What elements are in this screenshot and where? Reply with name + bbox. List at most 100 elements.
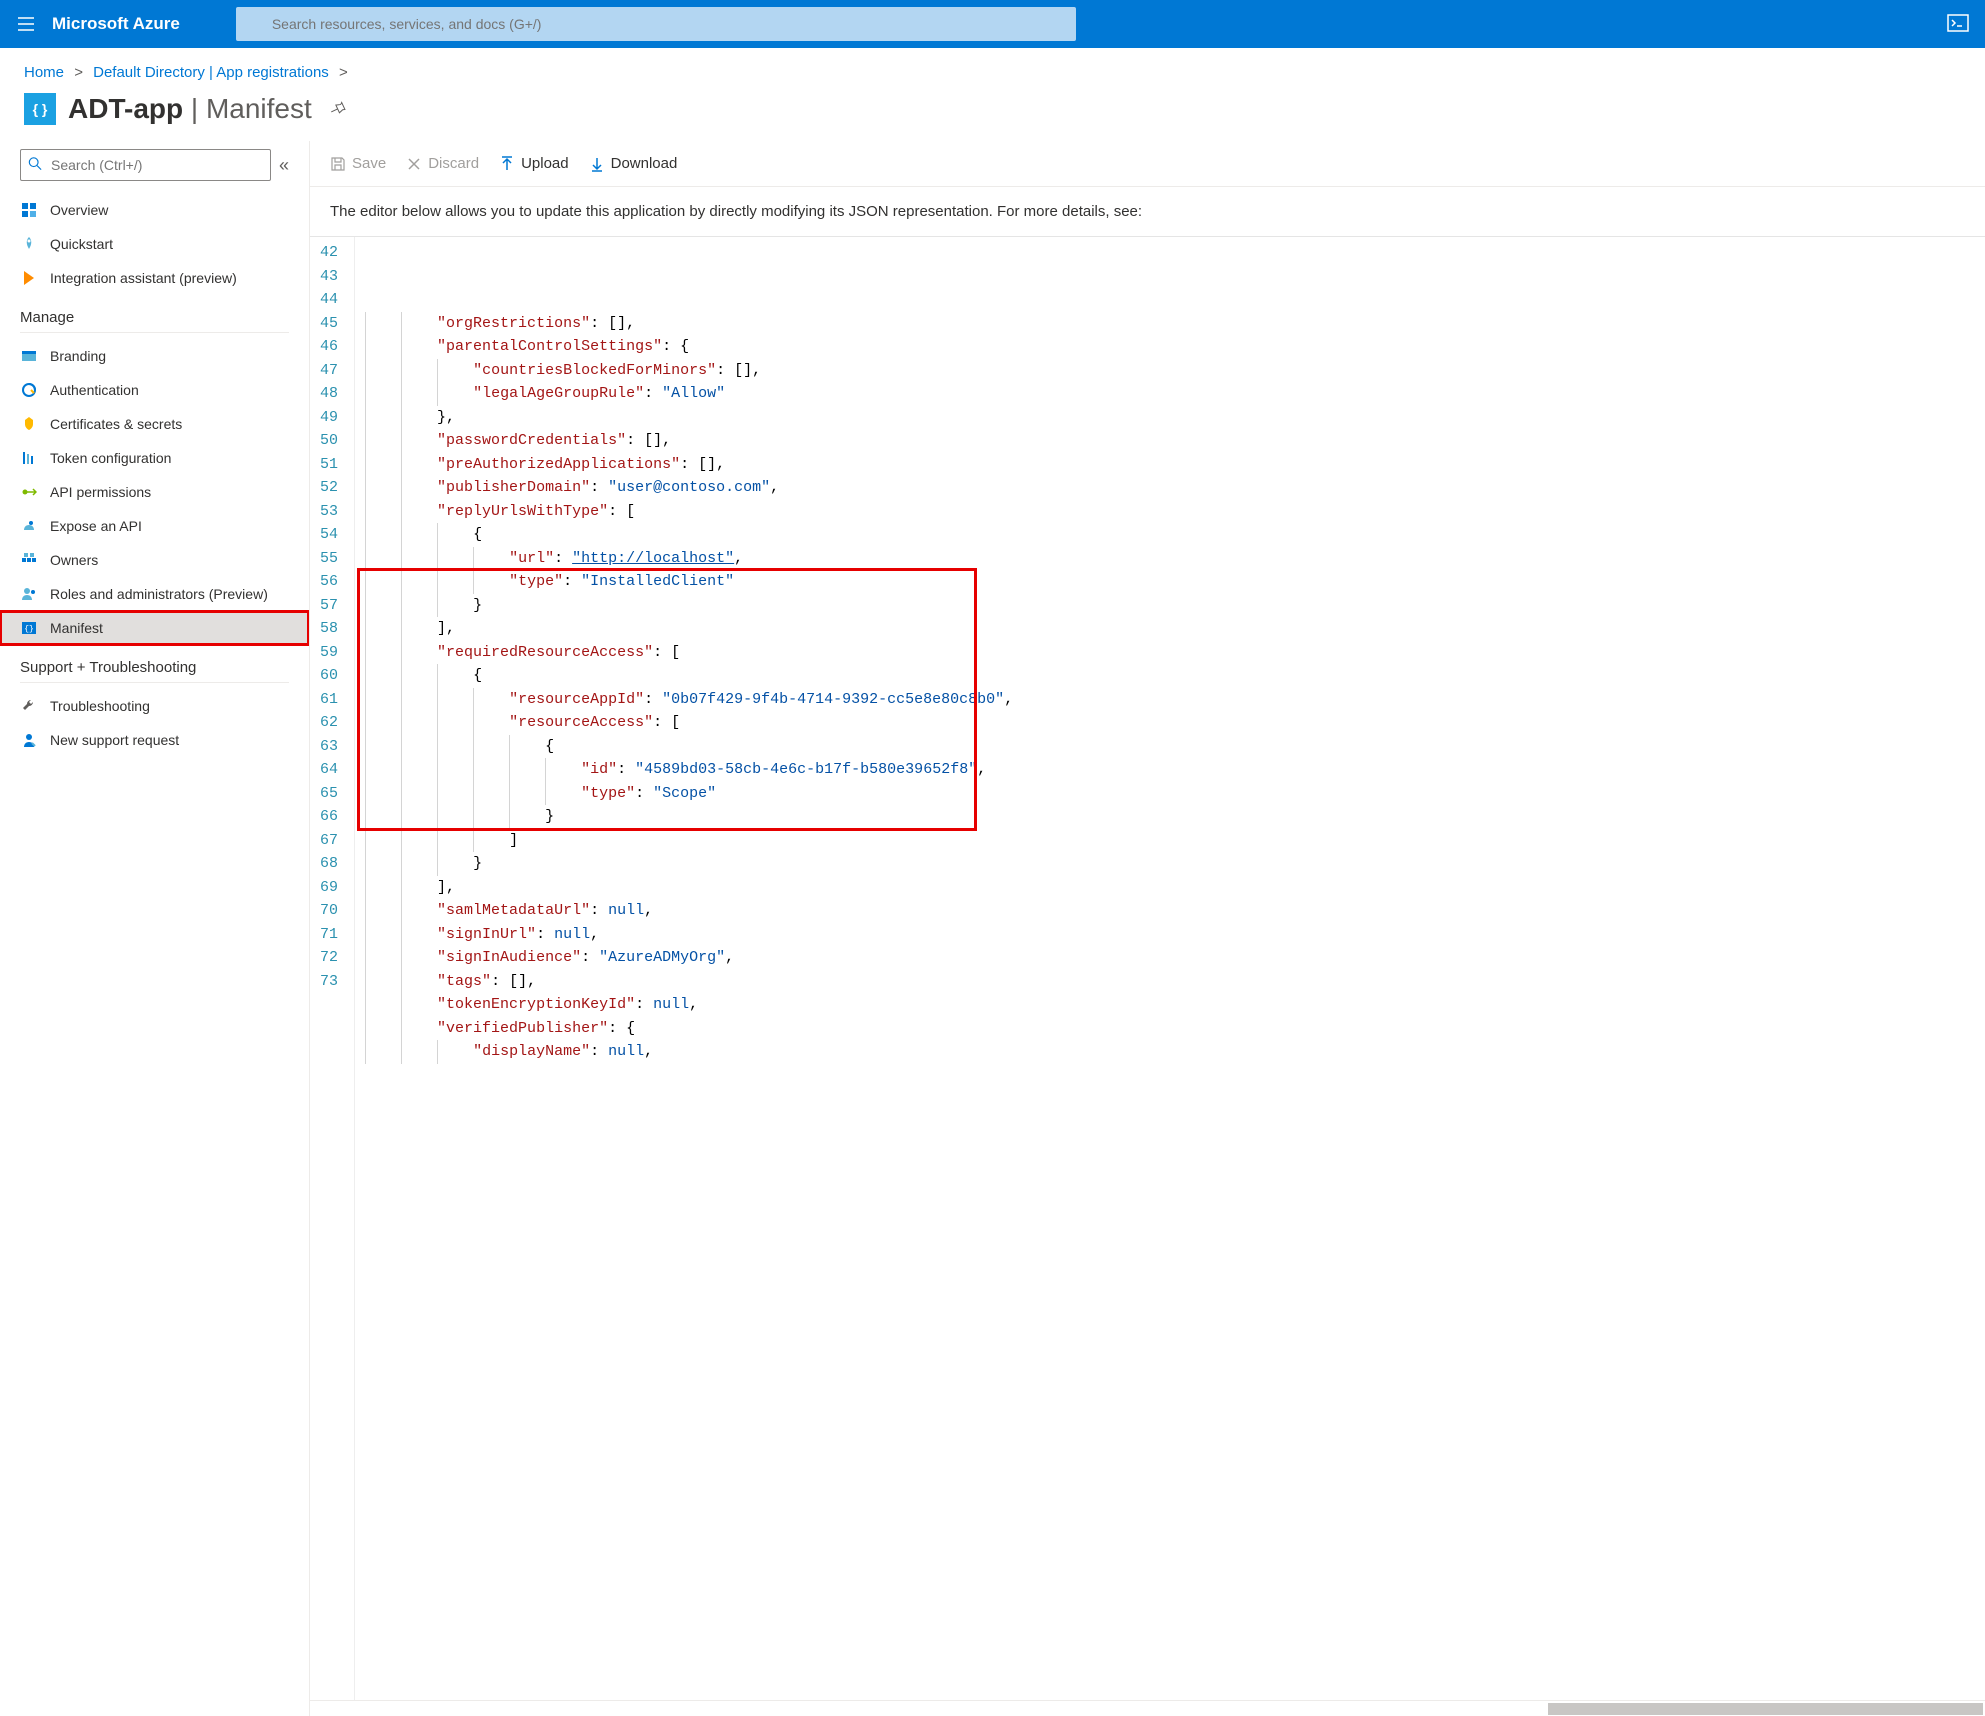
code-editor[interactable]: 4243444546474849505152535455565758596061… [310, 236, 1985, 1700]
sidebar-item-quickstart[interactable]: Quickstart [0, 227, 309, 261]
collapse-sidebar-icon[interactable]: « [279, 155, 289, 176]
roles-icon [20, 585, 38, 603]
brand-label[interactable]: Microsoft Azure [52, 14, 180, 34]
sidebar-item-manifest[interactable]: {} Manifest [0, 611, 309, 645]
sidebar-item-expose-an-api[interactable]: Expose an API [0, 509, 309, 543]
sidebar-item-new-support-request[interactable]: New support request [0, 723, 309, 757]
scrollbar-thumb[interactable] [1548, 1703, 1984, 1715]
code-line[interactable]: "parentalControlSettings": { [365, 335, 1975, 359]
code-line[interactable]: "resourceAccess": [ [365, 711, 1975, 735]
save-button[interactable]: Save [330, 155, 386, 172]
sidebar-section-manage: Manage [20, 295, 289, 333]
pin-icon[interactable] [330, 100, 346, 119]
sidebar-item-label: Branding [50, 348, 106, 364]
code-line[interactable]: "resourceAppId": "0b07f429-9f4b-4714-939… [365, 688, 1975, 712]
code-line[interactable]: } [365, 805, 1975, 829]
sidebar-item-overview[interactable]: Overview [0, 193, 309, 227]
sidebar-item-certificates-secrets[interactable]: Certificates & secrets [0, 407, 309, 441]
sidebar-item-branding[interactable]: Branding [0, 339, 309, 373]
code-line[interactable]: ] [365, 829, 1975, 853]
sidebar-item-label: Integration assistant (preview) [50, 270, 237, 286]
code-line[interactable]: "type": "Scope" [365, 782, 1975, 806]
sidebar-item-label: Manifest [50, 620, 103, 636]
sidebar-item-token-configuration[interactable]: Token configuration [0, 441, 309, 475]
code-line[interactable]: "signInAudience": "AzureADMyOrg", [365, 946, 1975, 970]
sidebar-section-support: Support + Troubleshooting [20, 645, 289, 683]
code-line[interactable]: "replyUrlsWithType": [ [365, 500, 1975, 524]
topbar: Microsoft Azure [0, 0, 1985, 48]
breadcrumb: Home > Default Directory | App registrat… [0, 48, 1985, 89]
code-line[interactable]: }, [365, 406, 1975, 430]
sidebar: « Overview Quickstart Integration assistan… [0, 141, 310, 1716]
cloud-shell-icon[interactable] [1947, 14, 1969, 35]
horizontal-scrollbar[interactable] [310, 1700, 1985, 1716]
discard-button[interactable]: Discard [406, 155, 479, 172]
sidebar-item-label: Quickstart [50, 236, 113, 252]
sidebar-item-label: Authentication [50, 382, 139, 398]
code-line[interactable]: "id": "4589bd03-58cb-4e6c-b17f-b580e3965… [365, 758, 1975, 782]
branding-icon [20, 347, 38, 365]
save-icon [330, 156, 346, 172]
code-line[interactable]: } [365, 594, 1975, 618]
app-icon: { } [24, 93, 56, 125]
code-line[interactable]: } [365, 852, 1975, 876]
cert-icon [20, 415, 38, 433]
code-line[interactable]: "countriesBlockedForMinors": [], [365, 359, 1975, 383]
upload-button[interactable]: Upload [499, 155, 569, 172]
code-line[interactable]: "publisherDomain": "user@contoso.com", [365, 476, 1975, 500]
code-line[interactable]: { [365, 523, 1975, 547]
code-line[interactable]: "tags": [], [365, 970, 1975, 994]
sidebar-item-label: Roles and administrators (Preview) [50, 586, 268, 602]
code-line[interactable]: { [365, 664, 1975, 688]
code-line[interactable]: "preAuthorizedApplications": [], [365, 453, 1975, 477]
code-line[interactable]: "type": "InstalledClient" [365, 570, 1975, 594]
token-icon [20, 449, 38, 467]
toolbar: Save Discard Upload Download [310, 141, 1985, 187]
code-line[interactable]: ], [365, 876, 1975, 900]
search-icon [28, 157, 42, 174]
download-icon [589, 156, 605, 172]
sidebar-item-troubleshooting[interactable]: Troubleshooting [0, 689, 309, 723]
sidebar-item-label: New support request [50, 732, 179, 748]
code-line[interactable]: "url": "http://localhost", [365, 547, 1975, 571]
sidebar-item-authentication[interactable]: Authentication [0, 373, 309, 407]
sidebar-item-label: Troubleshooting [50, 698, 150, 714]
sidebar-item-integration-assistant-preview-[interactable]: Integration assistant (preview) [0, 261, 309, 295]
trouble-icon [20, 697, 38, 715]
code-line[interactable]: ], [365, 617, 1975, 641]
sidebar-item-roles-and-administrators-preview-[interactable]: Roles and administrators (Preview) [0, 577, 309, 611]
expose-icon [20, 517, 38, 535]
overview-icon [20, 201, 38, 219]
sidebar-item-label: Certificates & secrets [50, 416, 182, 432]
svg-text:{}: {} [24, 625, 34, 634]
code-line[interactable]: "requiredResourceAccess": [ [365, 641, 1975, 665]
sidebar-item-label: Owners [50, 552, 98, 568]
code-line[interactable]: { [365, 735, 1975, 759]
sidebar-search-input[interactable] [20, 149, 271, 181]
code-content[interactable]: "orgRestrictions": [], "parentalControlS… [355, 237, 1985, 1700]
page-title-bar: { } ADT-app | Manifest [0, 89, 1985, 141]
quickstart-icon [20, 235, 38, 253]
breadcrumb-link[interactable]: Home [24, 64, 64, 81]
integration-icon [20, 269, 38, 287]
code-line[interactable]: "signInUrl": null, [365, 923, 1975, 947]
owners-icon [20, 551, 38, 569]
breadcrumb-link[interactable]: Default Directory | App registrations [93, 64, 329, 81]
hamburger-menu-icon[interactable] [16, 14, 36, 34]
support-icon [20, 731, 38, 749]
code-line[interactable]: "samlMetadataUrl": null, [365, 899, 1975, 923]
code-line[interactable]: "passwordCredentials": [], [365, 429, 1975, 453]
sidebar-item-label: Token configuration [50, 450, 171, 466]
code-line[interactable]: "displayName": null, [365, 1040, 1975, 1064]
breadcrumb-sep: > [74, 64, 83, 81]
upload-icon [499, 156, 515, 172]
global-search-input[interactable] [236, 7, 1076, 41]
code-line[interactable]: "orgRestrictions": [], [365, 312, 1975, 336]
sidebar-item-api-permissions[interactable]: API permissions [0, 475, 309, 509]
download-button[interactable]: Download [589, 155, 678, 172]
intro-text: The editor below allows you to update th… [310, 187, 1985, 236]
code-line[interactable]: "legalAgeGroupRule": "Allow" [365, 382, 1975, 406]
sidebar-item-owners[interactable]: Owners [0, 543, 309, 577]
code-line[interactable]: "tokenEncryptionKeyId": null, [365, 993, 1975, 1017]
code-line[interactable]: "verifiedPublisher": { [365, 1017, 1975, 1041]
